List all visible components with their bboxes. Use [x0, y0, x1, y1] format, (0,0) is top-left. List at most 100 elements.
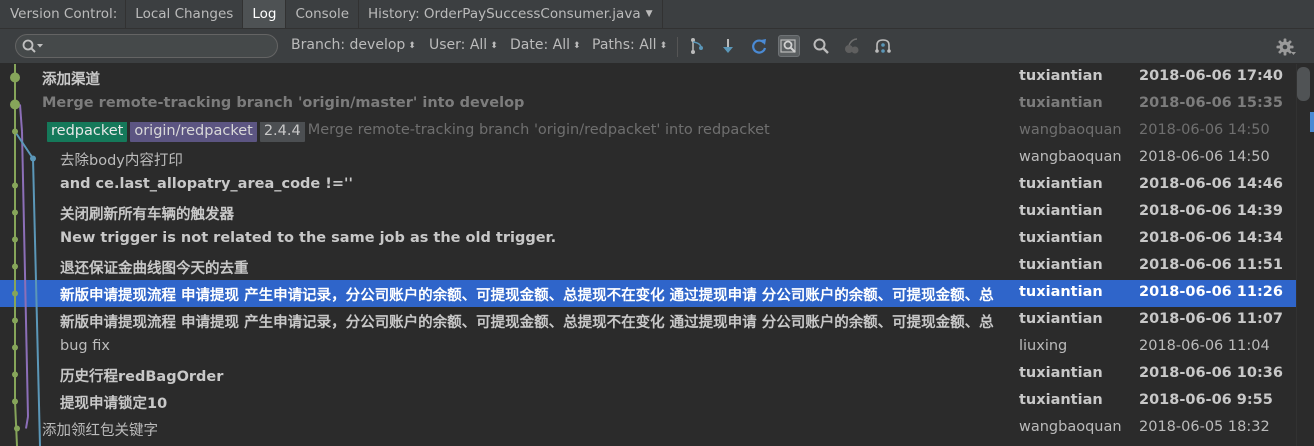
- commit-row[interactable]: 关闭刷新所有车辆的触发器 tuxiantian 2018-06-06 14:39: [0, 199, 1296, 226]
- tag-label[interactable]: 2.4.4: [259, 122, 305, 142]
- commit-row[interactable]: bug fix liuxing 2018-06-06 11:04: [0, 334, 1296, 361]
- commit-node[interactable]: [12, 209, 18, 216]
- commit-date: 2018-06-06 9:55: [1139, 392, 1273, 408]
- commit-node[interactable]: [12, 317, 18, 324]
- commit-node[interactable]: [12, 290, 18, 297]
- scrollbar-thumb[interactable]: [1297, 67, 1310, 101]
- commit-message: 退还保证金曲线图今天的去重: [60, 261, 249, 277]
- commit-author: tuxiantian: [1019, 203, 1103, 219]
- commit-message-cell: 提现申请锁定10: [60, 392, 1017, 413]
- commit-message: bug fix: [60, 338, 110, 354]
- date-filter[interactable]: Date: All ⬍: [510, 37, 581, 53]
- commit-date: 2018-06-06 14:50: [1139, 122, 1270, 138]
- commit-node[interactable]: [12, 236, 18, 243]
- version-control-label: Version Control:: [0, 0, 127, 28]
- commit-message-cell: 去除body内容打印: [60, 149, 1017, 170]
- commit-row[interactable]: redpacket origin/redpacket 2.4.4 Merge remo…: [0, 118, 1296, 145]
- graph-edge: [21, 131, 29, 417]
- commit-row[interactable]: 历史行程redBagOrder tuxiantian 2018-06-06 10:3…: [0, 361, 1296, 388]
- chevron-down-icon[interactable]: ▼: [646, 9, 653, 19]
- commit-date: 2018-06-06 14:46: [1139, 176, 1283, 192]
- commit-node[interactable]: [30, 155, 36, 162]
- commit-message-cell: 退还保证金曲线图今天的去重: [60, 257, 1017, 278]
- tab-console[interactable]: Console: [286, 0, 360, 28]
- commit-message-cell: redpacket origin/redpacket 2.4.4 Merge remo…: [47, 122, 1017, 142]
- commit-message-cell: Merge remote-tracking branch 'origin/mas…: [42, 95, 1017, 111]
- tool-window-tab-bar: Version Control: Local Changes Log Conso…: [0, 0, 1314, 29]
- commit-graph: [10, 64, 41, 446]
- commit-author: wangbaoquan: [1019, 419, 1122, 435]
- commit-message: 新版申请提现流程 申请提现 产生申请记录，分公司账户的余额、可提现金额、总提现不…: [60, 315, 994, 331]
- commit-row[interactable]: and ce.last_allopatry_area_code !='' tuxi…: [0, 172, 1296, 199]
- commit-author: tuxiantian: [1019, 68, 1103, 84]
- commit-author: tuxiantian: [1019, 284, 1103, 300]
- commit-message-cell: 新版申请提现流程 申请提现 产生申请记录，分公司账户的余额、可提现金额、总提现不…: [60, 311, 1017, 332]
- user-filter[interactable]: User: All ⬍: [429, 37, 498, 53]
- commit-log-table: 添加渠道 tuxiantian 2018-06-06 17:40 Merge remo…: [0, 64, 1296, 446]
- commit-message-cell: 添加渠道: [42, 68, 1017, 89]
- tab-local-changes[interactable]: Local Changes: [126, 0, 244, 28]
- branch-label-remote[interactable]: origin/redpacket: [130, 122, 257, 142]
- commit-row[interactable]: 新版申请提现流程 申请提现 产生申请记录，分公司账户的余额、可提现金额、总提现不…: [0, 307, 1296, 334]
- paths-filter[interactable]: Paths: All ⬍: [592, 37, 667, 53]
- commit-node[interactable]: [10, 99, 20, 110]
- commit-date: 2018-06-06 11:07: [1139, 311, 1283, 327]
- commit-date: 2018-06-06 10:36: [1139, 365, 1283, 381]
- commit-message-cell: New trigger is not related to the same j…: [60, 230, 1017, 246]
- commit-node[interactable]: [12, 398, 18, 405]
- find-icon[interactable]: [810, 35, 832, 57]
- commit-node[interactable]: [12, 182, 18, 189]
- commit-message: Merge remote-tracking branch 'origin/mas…: [42, 95, 525, 111]
- commit-date: 2018-06-06 14:34: [1139, 230, 1283, 246]
- commit-row[interactable]: 提现申请锁定10 tuxiantian 2018-06-06 9:55: [0, 388, 1296, 415]
- chevron-updown-icon: ⬍: [408, 41, 416, 51]
- show-long-edges-icon[interactable]: [717, 35, 739, 57]
- commit-node[interactable]: [12, 263, 18, 270]
- search-input[interactable]: [15, 34, 278, 58]
- tab-history[interactable]: History: OrderPaySuccessConsumer.java ▼: [359, 0, 663, 28]
- commit-node[interactable]: [12, 128, 18, 135]
- commit-date: 2018-06-06 17:40: [1139, 68, 1283, 84]
- commit-row[interactable]: 去除body内容打印 wangbaoquan 2018-06-06 14:50: [0, 145, 1296, 172]
- graph-edge: [19, 104, 23, 132]
- date-filter-label: Date: All: [510, 37, 570, 53]
- commit-row[interactable]: 新版申请提现流程 申请提现 产生申请记录，分公司账户的余额、可提现金额、总提现不…: [0, 280, 1296, 307]
- refresh-icon[interactable]: [748, 35, 770, 57]
- commit-author: wangbaoquan: [1019, 122, 1122, 138]
- commit-row[interactable]: Merge remote-tracking branch 'origin/mas…: [0, 91, 1296, 118]
- commit-date: 2018-06-06 14:50: [1139, 149, 1270, 165]
- commit-date: 2018-06-06 11:51: [1139, 257, 1283, 273]
- commit-author: liuxing: [1019, 338, 1068, 354]
- commit-date: 2018-06-06 14:39: [1139, 203, 1283, 219]
- commit-author: tuxiantian: [1019, 311, 1103, 327]
- commit-message: 提现申请锁定10: [60, 396, 168, 412]
- search-icon[interactable]: [21, 38, 45, 54]
- commit-node[interactable]: [14, 425, 20, 432]
- tab-log[interactable]: Log: [243, 0, 287, 28]
- branch-filter[interactable]: Branch: develop ⬍: [291, 37, 416, 53]
- commit-row[interactable]: 添加领红包关键字 wangbaoquan 2018-06-05 18:32: [0, 415, 1296, 442]
- settings-gear-icon[interactable]: [1276, 37, 1296, 57]
- commit-message-cell: bug fix: [60, 338, 1017, 354]
- highlight-commits-icon[interactable]: [778, 35, 800, 57]
- cherry-pick-icon[interactable]: [841, 35, 863, 57]
- commit-message-cell: 添加领红包关键字: [42, 419, 1017, 440]
- commit-message: 关闭刷新所有车辆的触发器: [60, 207, 234, 223]
- chevron-updown-icon: ⬍: [573, 41, 581, 51]
- graph-edge: [14, 401, 18, 446]
- commit-node[interactable]: [10, 72, 20, 83]
- log-toolbar: Branch: develop ⬍ User: All ⬍ Date: All ⬍ P…: [0, 29, 1314, 64]
- commit-row[interactable]: New trigger is not related to the same j…: [0, 226, 1296, 253]
- collapse-linear-branches-icon[interactable]: [686, 35, 708, 57]
- commit-row[interactable]: 退还保证金曲线图今天的去重 tuxiantian 2018-06-06 11:51: [0, 253, 1296, 280]
- commit-message-cell: 历史行程redBagOrder: [60, 365, 1017, 386]
- commit-author: tuxiantian: [1019, 365, 1103, 381]
- chevron-updown-icon: ⬍: [659, 41, 668, 51]
- commit-date: 2018-06-05 18:32: [1139, 419, 1270, 435]
- chevron-updown-icon: ⬍: [490, 41, 498, 51]
- commit-node[interactable]: [12, 371, 18, 378]
- selection-marker: [1310, 112, 1314, 132]
- commit-node[interactable]: [12, 344, 18, 351]
- intellisort-icon[interactable]: [872, 35, 894, 57]
- commit-row[interactable]: 添加渠道 tuxiantian 2018-06-06 17:40: [0, 64, 1296, 91]
